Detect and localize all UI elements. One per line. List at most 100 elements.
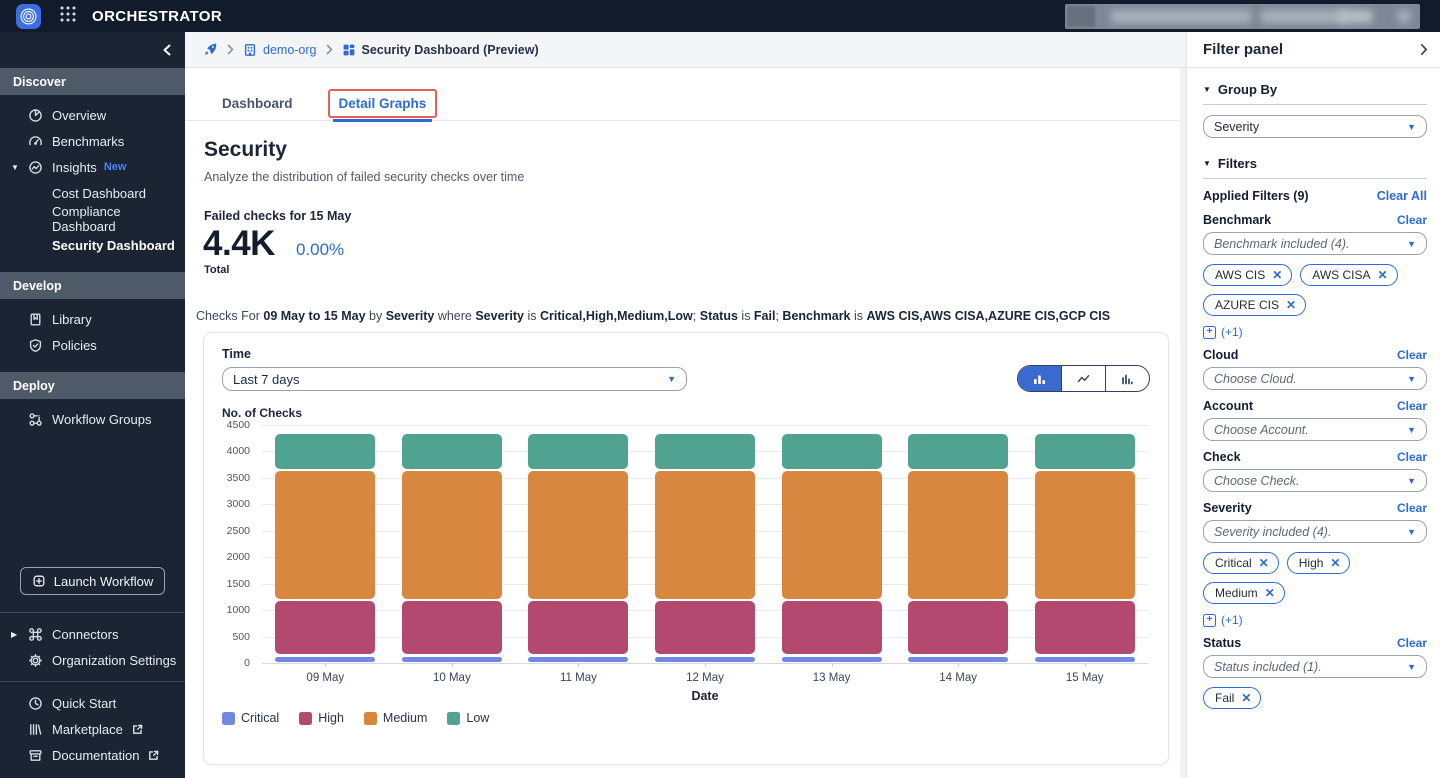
chip-close-icon[interactable]: ✕ <box>1265 586 1275 600</box>
bar-segment-medium-10-may[interactable] <box>402 471 502 598</box>
filter-select[interactable]: Benchmark included (4). ▼ <box>1203 232 1427 255</box>
bar-segment-low-09-may[interactable] <box>275 434 375 469</box>
legend-item-low[interactable]: Low <box>447 711 489 725</box>
chip-close-icon[interactable]: ✕ <box>1259 556 1269 570</box>
bar-segment-medium-12-may[interactable] <box>655 471 755 598</box>
group-by-section-header[interactable]: ▼ Group By <box>1203 82 1427 105</box>
filter-clear-link[interactable]: Clear <box>1397 399 1427 413</box>
sidebar-item-library[interactable]: Library <box>0 306 185 332</box>
group-by-select[interactable]: Severity ▼ <box>1203 115 1427 138</box>
expander-right-icon[interactable]: ▶ <box>11 630 17 639</box>
filter-clear-link[interactable]: Clear <box>1397 348 1427 362</box>
filter-clear-link[interactable]: Clear <box>1397 636 1427 650</box>
bar-chart-button[interactable] <box>1105 366 1149 391</box>
legend-item-critical[interactable]: Critical <box>222 711 279 725</box>
breadcrumb-home-rocket-icon[interactable] <box>203 42 218 57</box>
bar-segment-high-14-may[interactable] <box>908 601 1008 654</box>
chip-close-icon[interactable]: ✕ <box>1272 268 1282 282</box>
bar-segment-high-11-may[interactable] <box>528 601 628 654</box>
line-chart-button[interactable] <box>1061 366 1105 391</box>
bar-segment-low-15-may[interactable] <box>1035 434 1135 469</box>
filter-clear-link[interactable]: Clear <box>1397 213 1427 227</box>
expander-down-icon[interactable]: ▼ <box>11 163 19 172</box>
filter-chip-aws-cis[interactable]: AWS CIS✕ <box>1203 264 1292 286</box>
bar-segment-high-15-may[interactable] <box>1035 601 1135 654</box>
stacked-bar-chart-button[interactable] <box>1018 366 1061 391</box>
legend-item-medium[interactable]: Medium <box>364 711 427 725</box>
bar-segment-high-12-may[interactable] <box>655 601 755 654</box>
bar-segment-medium-09-may[interactable] <box>275 471 375 598</box>
sidebar-item-policies[interactable]: Policies <box>0 332 185 358</box>
bar-segment-critical-09-may[interactable] <box>275 657 375 662</box>
bar-segment-low-12-may[interactable] <box>655 434 755 469</box>
sidebar-item-quick-start[interactable]: Quick Start <box>0 690 185 716</box>
bar-segment-critical-15-may[interactable] <box>1035 657 1135 662</box>
tab-dashboard[interactable]: Dashboard <box>220 92 295 120</box>
filter-select[interactable]: Severity included (4). ▼ <box>1203 520 1427 543</box>
y-tick-label: 4000 <box>227 445 250 457</box>
bar-segment-high-09-may[interactable] <box>275 601 375 654</box>
bar-segment-medium-15-may[interactable] <box>1035 471 1135 598</box>
main-content: DashboardDetail Graphs Security Analyze … <box>185 68 1180 778</box>
bar-segment-critical-10-may[interactable] <box>402 657 502 662</box>
show-more-filters-link[interactable]: + (+1) <box>1203 325 1427 339</box>
launch-workflow-button[interactable]: Launch Workflow <box>20 567 165 595</box>
filter-select[interactable]: Choose Check. ▼ <box>1203 469 1427 492</box>
sidebar-item-connectors[interactable]: ▶Connectors <box>0 621 185 647</box>
bar-segment-low-11-may[interactable] <box>528 434 628 469</box>
bar-segment-low-14-may[interactable] <box>908 434 1008 469</box>
bar-segment-low-10-may[interactable] <box>402 434 502 469</box>
sidebar-item-label: Security Dashboard <box>52 238 175 253</box>
bar-segment-medium-13-may[interactable] <box>782 471 882 598</box>
filter-chip-fail[interactable]: Fail✕ <box>1203 687 1261 709</box>
bar-segment-low-13-may[interactable] <box>782 434 882 469</box>
filter-select-placeholder: Benchmark included (4). <box>1214 237 1349 251</box>
sidebar-item-insights[interactable]: ▼InsightsNew <box>0 154 185 180</box>
bar-segment-medium-11-may[interactable] <box>528 471 628 598</box>
sidebar-item-security-dashboard[interactable]: Security Dashboard <box>0 232 185 258</box>
bar-segment-high-13-may[interactable] <box>782 601 882 654</box>
filter-chip-critical[interactable]: Critical✕ <box>1203 552 1279 574</box>
filter-select[interactable]: Status included (1). ▼ <box>1203 655 1427 678</box>
clear-all-link[interactable]: Clear All <box>1377 189 1427 203</box>
filter-select[interactable]: Choose Cloud. ▼ <box>1203 367 1427 390</box>
filter-chip-aws-cisa[interactable]: AWS CISA✕ <box>1300 264 1397 286</box>
bar-segment-medium-14-may[interactable] <box>908 471 1008 598</box>
bar-segment-critical-13-may[interactable] <box>782 657 882 662</box>
breadcrumb-org-link[interactable]: demo-org <box>243 43 317 57</box>
legend-item-high[interactable]: High <box>299 711 344 725</box>
show-more-filters-link[interactable]: + (+1) <box>1203 613 1427 627</box>
sidebar-item-cost-dashboard[interactable]: Cost Dashboard <box>0 180 185 206</box>
filters-section-header[interactable]: ▼ Filters <box>1203 156 1427 179</box>
chip-close-icon[interactable]: ✕ <box>1330 556 1340 570</box>
chip-close-icon[interactable]: ✕ <box>1241 691 1251 705</box>
sidebar-item-compliance-dashboard[interactable]: Compliance Dashboard <box>0 206 185 232</box>
time-range-select[interactable]: Last 7 days ▼ <box>222 367 687 391</box>
filter-chip-azure-cis[interactable]: AZURE CIS✕ <box>1203 294 1306 316</box>
sidebar-collapse-icon[interactable] <box>161 43 173 57</box>
tab-detail-graphs[interactable]: Detail Graphs <box>337 92 429 120</box>
time-filter-label: Time <box>222 347 1150 361</box>
filter-select[interactable]: Choose Account. ▼ <box>1203 418 1427 441</box>
filter-chip-high[interactable]: High✕ <box>1287 552 1351 574</box>
bar-segment-critical-12-may[interactable] <box>655 657 755 662</box>
sidebar-item-benchmarks[interactable]: Benchmarks <box>0 128 185 154</box>
sidebar-item-organization-settings[interactable]: Organization Settings <box>0 647 185 673</box>
app-logo-icon[interactable] <box>16 4 41 29</box>
bar-segment-high-10-may[interactable] <box>402 601 502 654</box>
sidebar-item-marketplace[interactable]: Marketplace <box>0 716 185 742</box>
external-link-icon <box>147 749 160 762</box>
filter-clear-link[interactable]: Clear <box>1397 501 1427 515</box>
filter-chip-medium[interactable]: Medium✕ <box>1203 582 1285 604</box>
filter-panel-collapse-icon[interactable] <box>1420 43 1428 56</box>
bar-segment-critical-14-may[interactable] <box>908 657 1008 662</box>
filter-clear-link[interactable]: Clear <box>1397 450 1427 464</box>
app-title: ORCHESTRATOR <box>92 8 222 25</box>
chip-close-icon[interactable]: ✕ <box>1286 298 1296 312</box>
sidebar-item-overview[interactable]: Overview <box>0 102 185 128</box>
bar-segment-critical-11-may[interactable] <box>528 657 628 662</box>
sidebar-item-documentation[interactable]: Documentation <box>0 742 185 768</box>
sidebar-item-workflow-groups[interactable]: Workflow Groups <box>0 406 185 432</box>
chip-close-icon[interactable]: ✕ <box>1378 268 1388 282</box>
app-launcher-grid-icon[interactable] <box>58 4 78 29</box>
